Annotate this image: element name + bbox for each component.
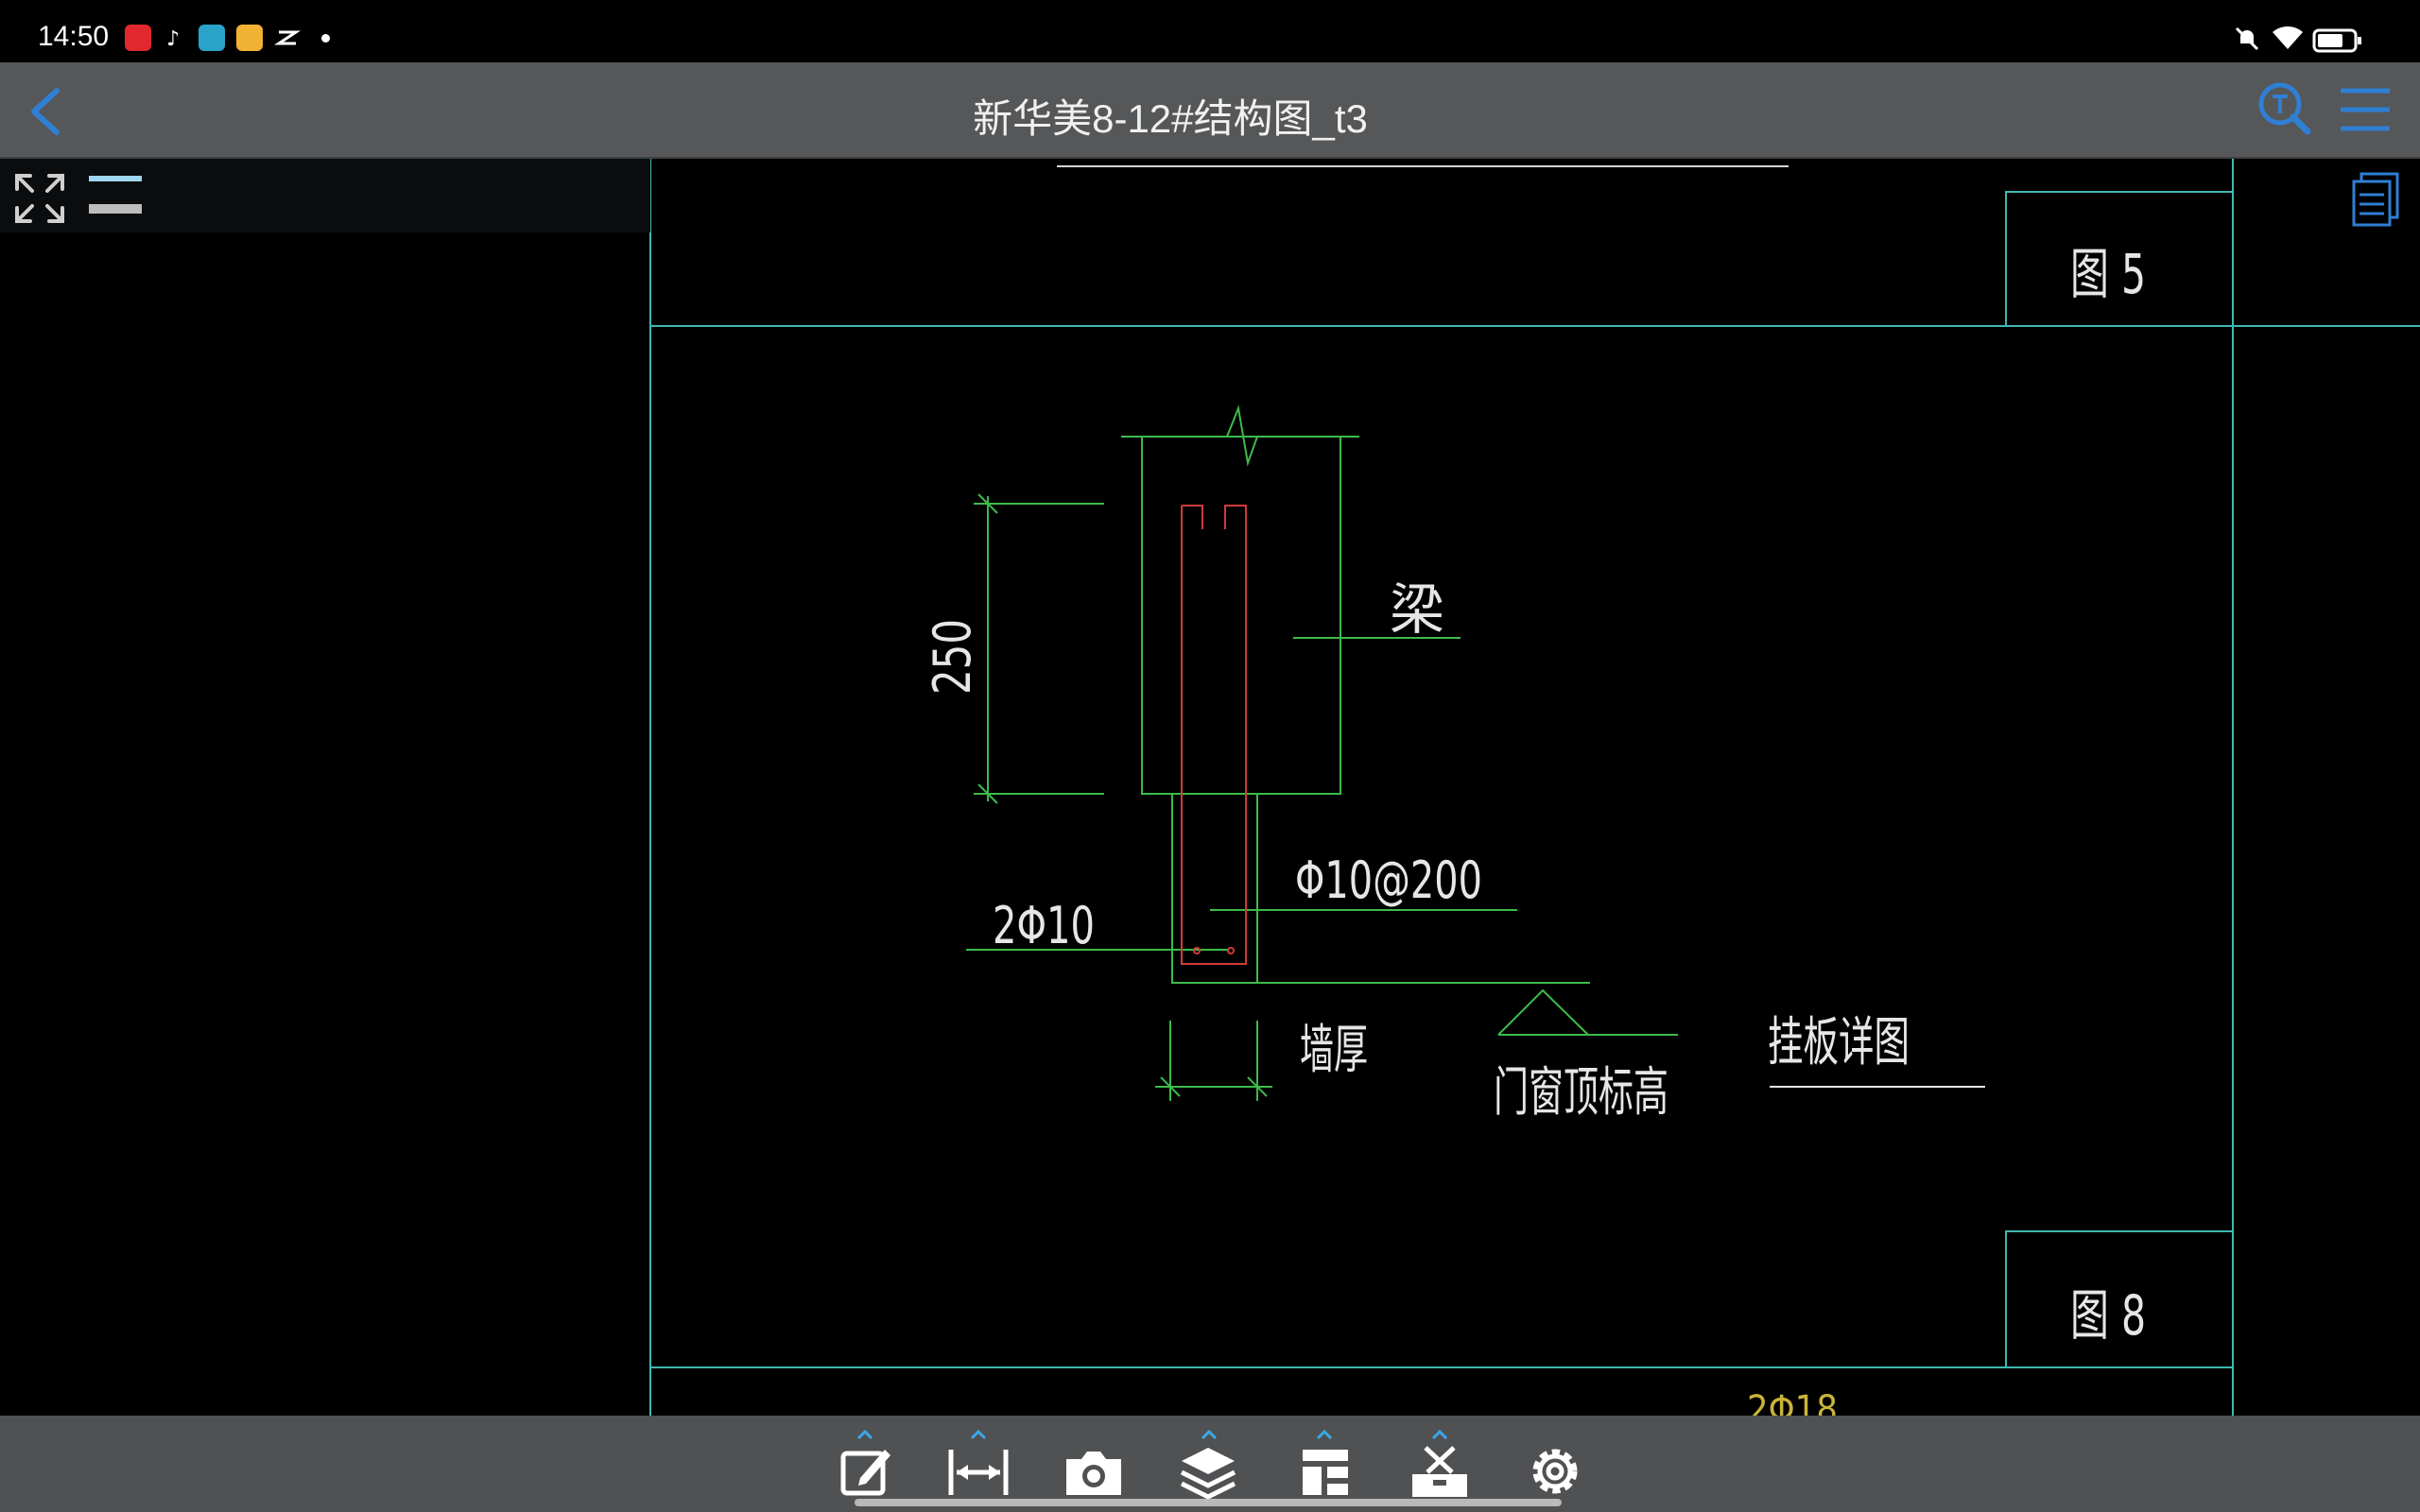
status-bar: 14:50 ♪ bbox=[0, 0, 2420, 62]
camera-icon bbox=[1066, 1452, 1121, 1495]
layers-tool-button[interactable] bbox=[1176, 1429, 1242, 1501]
layout-tool-button[interactable] bbox=[1291, 1429, 1357, 1501]
title-bar: 新华美8-12#结构图_t3 bbox=[0, 62, 2420, 159]
fig8-label: 图 8 bbox=[2070, 1283, 2146, 1348]
chevron-up-icon bbox=[970, 1429, 987, 1440]
line-weight-icon[interactable] bbox=[87, 172, 144, 219]
cad-drawing-canvas[interactable]: 图 5 图 8 梁 Φ10@200 2Φ10 墙厚 门窗顶标高 挂板详图 250… bbox=[0, 159, 2420, 1416]
hanging-board-label: 挂板详图 bbox=[1768, 1012, 1910, 1074]
text-search-icon[interactable] bbox=[2256, 79, 2312, 140]
news-app-icon bbox=[199, 25, 225, 51]
measure-tool-button[interactable] bbox=[945, 1429, 1011, 1501]
rebar-stirrup-label: Φ10@200 bbox=[1295, 850, 1482, 910]
layout-icon bbox=[1303, 1450, 1348, 1495]
edit-tool-button[interactable] bbox=[832, 1429, 898, 1501]
layout-list-icon[interactable] bbox=[2348, 170, 2401, 227]
tiktok-icon: ♪ bbox=[161, 25, 187, 51]
wifi-icon bbox=[2273, 26, 2303, 49]
capcut-icon bbox=[274, 25, 301, 51]
toolbox-tool-button[interactable] bbox=[1407, 1429, 1473, 1501]
fullscreen-icon[interactable] bbox=[13, 172, 66, 225]
dim-250-label: 250 bbox=[923, 619, 982, 695]
wall-thickness-label: 墙厚 bbox=[1300, 1020, 1368, 1081]
status-time: 14:50 bbox=[38, 21, 110, 52]
bottom-rebar-label: 2Φ18 bbox=[1747, 1388, 1838, 1416]
chevron-up-icon bbox=[1431, 1429, 1448, 1440]
beam-label: 梁 bbox=[1390, 577, 1444, 642]
netease-music-icon bbox=[125, 25, 151, 51]
layers-icon bbox=[1180, 1448, 1236, 1500]
edit-icon bbox=[840, 1450, 890, 1496]
chevron-up-icon bbox=[856, 1429, 873, 1440]
chevron-up-icon bbox=[1316, 1429, 1333, 1440]
camera-app-icon bbox=[236, 25, 263, 51]
door-window-top-label: 门窗顶标高 bbox=[1494, 1062, 1668, 1124]
page-title: 新华美8-12#结构图_t3 bbox=[973, 96, 1368, 141]
dot-icon bbox=[321, 34, 330, 43]
battery-icon bbox=[2312, 28, 2361, 53]
chevron-up-icon bbox=[1201, 1429, 1218, 1440]
rebar-main-label: 2Φ10 bbox=[993, 896, 1095, 955]
svg-text:♪: ♪ bbox=[166, 27, 180, 51]
view-toolbar bbox=[0, 159, 650, 232]
camera-tool-button[interactable] bbox=[1061, 1433, 1127, 1501]
menu-icon[interactable] bbox=[2337, 85, 2394, 134]
fig5-label: 图 5 bbox=[2070, 242, 2146, 306]
settings-icon bbox=[1532, 1449, 1578, 1494]
mute-icon bbox=[2235, 26, 2259, 51]
home-indicator[interactable] bbox=[855, 1499, 1562, 1506]
measure-icon bbox=[948, 1450, 1009, 1495]
settings-tool-button[interactable] bbox=[1522, 1433, 1588, 1501]
toolbox-icon bbox=[1412, 1446, 1467, 1497]
